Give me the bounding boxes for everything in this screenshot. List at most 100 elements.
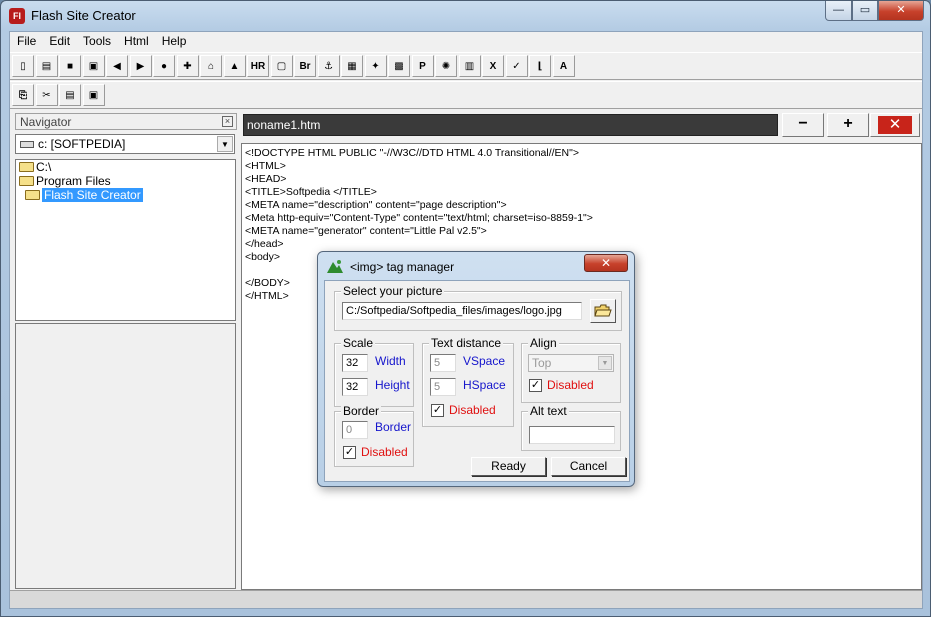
open-button[interactable]: ▤ <box>35 55 58 77</box>
close-document-button[interactable]: ✕ <box>870 113 920 137</box>
border-input[interactable]: 0 <box>342 421 368 439</box>
align-disabled-label: Disabled <box>547 378 594 392</box>
align-legend: Align <box>528 336 559 350</box>
back-arrow-button[interactable]: ◀ <box>106 55 128 77</box>
picture-group: Select your picture C:/Softpedia/Softped… <box>334 284 622 331</box>
cut-button[interactable]: ✂ <box>35 84 58 106</box>
title-bar[interactable]: Fl Flash Site Creator — ▭ ✕ <box>1 1 930 31</box>
remove-icon: X <box>489 60 497 72</box>
file-list[interactable] <box>15 323 236 589</box>
forward-arrow-icon: ▶ <box>136 60 145 72</box>
preview-button[interactable]: ▣ <box>82 84 105 106</box>
minimize-button[interactable]: — <box>825 1 852 21</box>
dialog-title-bar[interactable]: <img> tag manager ✕ <box>318 252 634 280</box>
img-tag-manager-dialog: <img> tag manager ✕ Select your picture … <box>317 251 635 487</box>
align-disabled-checkbox[interactable]: ✓ <box>529 379 542 392</box>
add-button[interactable]: ✚ <box>176 55 199 77</box>
close-window-button[interactable]: ✕ <box>878 1 924 21</box>
directory-tree[interactable]: C:\ Program Files Flash Site Creator <box>15 159 236 321</box>
save-as-button[interactable]: ▣ <box>82 55 105 77</box>
text-distance-disabled-checkbox[interactable]: ✓ <box>431 404 444 417</box>
flash-button[interactable]: ✦ <box>364 55 387 77</box>
scale-group: Scale 32 Width 32 Height <box>334 336 414 407</box>
globe-icon: ● <box>160 60 168 72</box>
zoom-in-button[interactable]: + <box>827 113 869 137</box>
maximize-button[interactable]: ▭ <box>852 1 878 21</box>
navigator-close-button[interactable]: × <box>222 116 233 127</box>
folder-item[interactable]: C:\ <box>16 160 235 174</box>
align-button[interactable]: ⌊ <box>529 55 551 77</box>
globe-button[interactable]: ● <box>153 55 175 77</box>
table-button[interactable]: ▦ <box>341 55 363 77</box>
text-distance-legend: Text distance <box>429 336 504 350</box>
frame-button[interactable]: ▢ <box>270 55 293 77</box>
color-button[interactable]: ✺ <box>435 55 457 77</box>
chevron-down-icon[interactable]: ▼ <box>217 136 233 152</box>
menu-html[interactable]: Html <box>121 32 155 51</box>
code-line: <!DOCTYPE HTML PUBLIC "-//W3C//DTD HTML … <box>245 147 580 159</box>
menu-help[interactable]: Help <box>159 32 193 51</box>
border-disabled-label: Disabled <box>361 445 408 459</box>
font-button[interactable]: A <box>552 55 575 77</box>
folder-item[interactable]: Program Files <box>16 174 235 188</box>
hr-icon: HR <box>250 60 266 72</box>
align-icon: ⌊ <box>537 60 543 72</box>
width-input[interactable]: 32 <box>342 354 368 372</box>
new-page-button[interactable]: ▯ <box>12 55 34 77</box>
code-line: </head> <box>245 238 284 250</box>
menu-edit[interactable]: Edit <box>46 32 76 51</box>
border-group: Border 0 Border ✓ Disabled <box>334 404 414 467</box>
new-page-icon: ▯ <box>20 60 26 72</box>
drive-select[interactable]: c: [SOFTPEDIA] ▼ <box>15 134 235 154</box>
window-title: Flash Site Creator <box>31 8 136 23</box>
picture-group-legend: Select your picture <box>341 284 445 298</box>
check-icon: ✓ <box>512 60 521 72</box>
font-icon: A <box>559 60 568 72</box>
border-disabled-checkbox[interactable]: ✓ <box>343 446 356 459</box>
image-tag-button[interactable]: ▲ <box>223 55 246 77</box>
check-button[interactable]: ✓ <box>505 55 528 77</box>
folder-icon <box>19 176 34 186</box>
copy-button[interactable]: ⎘ <box>12 84 34 106</box>
picture-path-input[interactable]: C:/Softpedia/Softpedia_files/images/logo… <box>342 302 582 320</box>
form-button[interactable]: ▩ <box>388 55 410 77</box>
code-line: <TITLE>Softpedia </TITLE> <box>245 186 377 198</box>
forward-arrow-button[interactable]: ▶ <box>129 55 152 77</box>
dialog-close-button[interactable]: ✕ <box>584 254 628 272</box>
alt-text-input[interactable] <box>529 426 615 444</box>
menu-tools[interactable]: Tools <box>80 32 117 51</box>
preview-icon: ▣ <box>88 89 99 101</box>
hr-button[interactable]: HR <box>247 55 269 77</box>
paste-button[interactable]: ▤ <box>59 84 81 106</box>
frame-icon: ▢ <box>276 60 287 72</box>
hspace-input[interactable]: 5 <box>430 378 456 396</box>
cancel-button[interactable]: Cancel <box>551 457 626 476</box>
folder-item[interactable]: Flash Site Creator <box>16 188 235 202</box>
paste-icon: ▤ <box>65 89 75 101</box>
border-legend: Border <box>341 404 382 418</box>
navigator-panel: Navigator × c: [SOFTPEDIA] ▼ C:\ Program … <box>13 113 238 589</box>
close-icon: ✕ <box>878 116 912 134</box>
anchor-button[interactable]: ⚓ <box>317 55 340 77</box>
window-controls: — ▭ ✕ <box>825 1 924 21</box>
vspace-input[interactable]: 5 <box>430 354 456 372</box>
folder-label: Program Files <box>36 174 111 188</box>
border-label: Border <box>375 420 412 434</box>
code-line: <META name="generator" content="Little P… <box>245 225 487 237</box>
navigator-title: Navigator <box>20 115 72 129</box>
ready-button[interactable]: Ready <box>471 457 546 476</box>
remove-button[interactable]: X <box>482 55 504 77</box>
text-distance-disabled-label: Disabled <box>449 403 496 417</box>
menu-file[interactable]: File <box>14 32 42 51</box>
hspace-label: HSpace <box>463 378 506 392</box>
br-button[interactable]: Br <box>294 55 316 77</box>
align-select[interactable]: Top ▼ <box>528 354 614 372</box>
paragraph-button[interactable]: P <box>411 55 434 77</box>
tree-button[interactable]: ⌂ <box>200 55 222 77</box>
filename-bar: noname1.htm <box>243 114 778 136</box>
save-button[interactable]: ■ <box>59 55 81 77</box>
height-input[interactable]: 32 <box>342 378 368 396</box>
browse-button[interactable] <box>590 299 616 323</box>
zoom-out-button[interactable]: − <box>782 113 824 137</box>
column-button[interactable]: ▥ <box>458 55 481 77</box>
